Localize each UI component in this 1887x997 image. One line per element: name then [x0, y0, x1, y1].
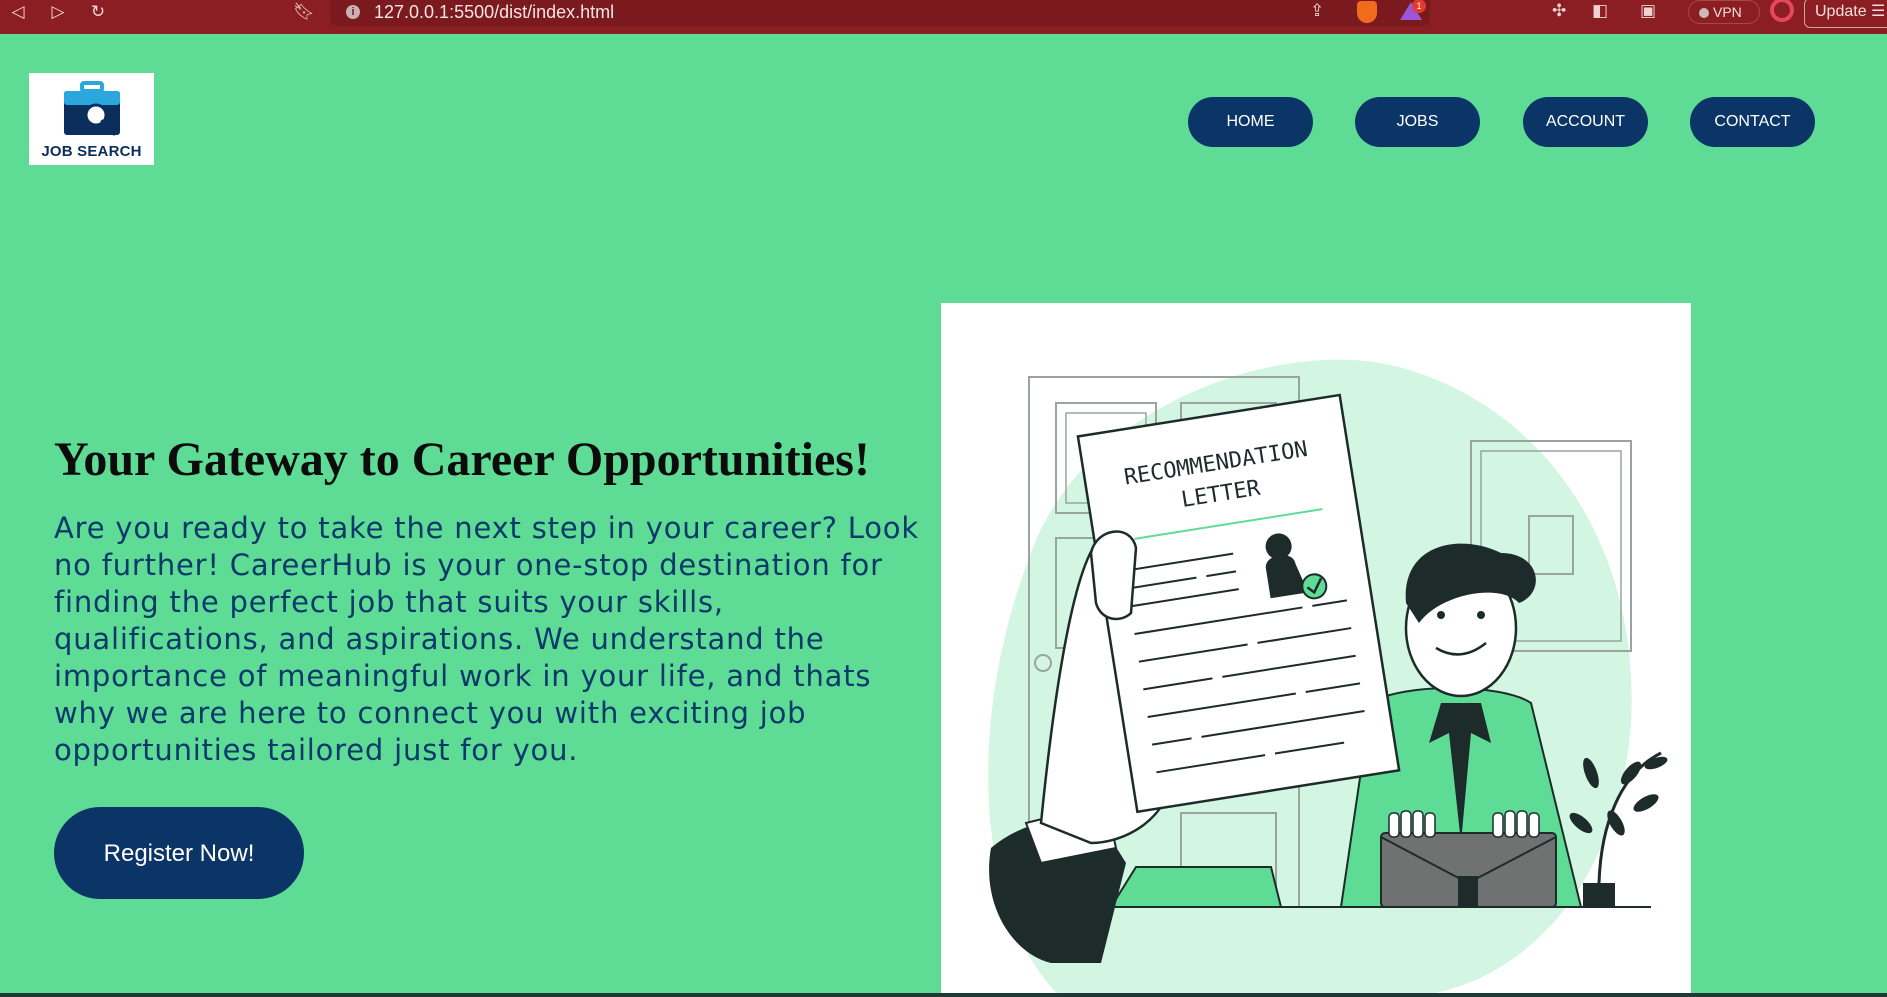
nav-account[interactable]: ACCOUNT — [1523, 97, 1648, 147]
extensions-icon[interactable]: ✣ — [1552, 1, 1566, 21]
logo-text: JOB SEARCH — [41, 143, 142, 160]
recommendation-letter-illustration: RECOMMENDATION LETTER — [941, 303, 1691, 997]
url-text: 127.0.0.1:5500/dist/index.html — [374, 2, 615, 22]
nav-contact[interactable]: CONTACT — [1690, 97, 1815, 147]
vpn-label: VPN — [1713, 4, 1742, 20]
vpn-button[interactable]: VPN — [1688, 0, 1760, 24]
update-button[interactable]: Update ☰ — [1804, 0, 1887, 28]
taskbar-strip — [0, 993, 1887, 997]
address-bar[interactable]: i 127.0.0.1:5500/dist/index.html ⇪ — [330, 0, 1430, 26]
hero-description: Are you ready to take the next step in y… — [54, 511, 919, 767]
forward-icon[interactable]: ▷ — [46, 0, 70, 24]
reload-icon[interactable]: ↻ — [86, 0, 110, 24]
profile-icon[interactable] — [1770, 0, 1794, 22]
wallet-icon[interactable]: ▣ — [1640, 1, 1656, 21]
bookmark-icon[interactable]: 🔖︎ — [292, 0, 316, 24]
nav-jobs[interactable]: JOBS — [1355, 97, 1480, 147]
sidebar-icon[interactable]: ◧ — [1592, 1, 1608, 21]
share-icon[interactable]: ⇪ — [1310, 1, 1324, 21]
update-label: Update — [1815, 3, 1867, 20]
briefcase-search-icon — [64, 81, 120, 136]
site-info-icon[interactable]: i — [346, 5, 360, 19]
browser-toolbar: ◁ ▷ ↻ 🔖︎ i 127.0.0.1:5500/dist/index.htm… — [0, 0, 1887, 34]
nav-home[interactable]: HOME — [1188, 97, 1313, 147]
illustration-graphic: RECOMMENDATION LETTER — [988, 359, 1668, 997]
site-logo[interactable]: JOB SEARCH — [29, 73, 154, 165]
menu-icon[interactable]: ☰ — [1871, 3, 1885, 20]
hero-title: Your Gateway to Career Opportunities! — [54, 433, 870, 486]
vpn-status-icon — [1699, 8, 1709, 18]
register-button[interactable]: Register Now! — [54, 807, 304, 899]
back-icon[interactable]: ◁ — [6, 0, 30, 24]
brave-shields-icon[interactable] — [1357, 1, 1377, 23]
